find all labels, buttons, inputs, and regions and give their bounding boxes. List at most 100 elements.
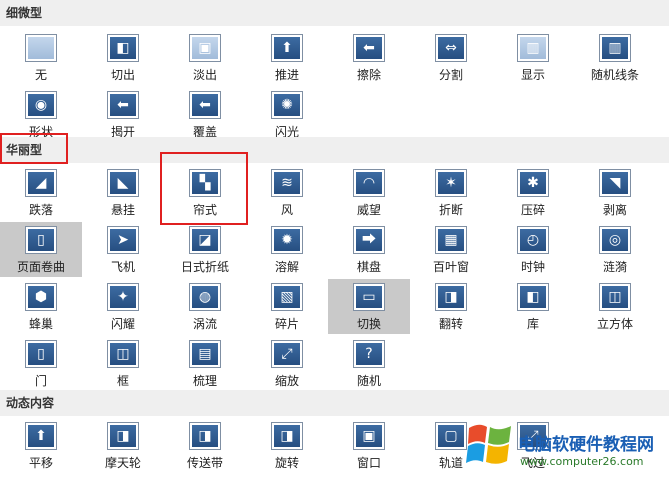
transition-label: 折断 <box>438 203 463 217</box>
transition-label: 切出 <box>110 68 135 82</box>
transition-label: 涟漪 <box>602 260 627 274</box>
transition-preview-icon: ➤ <box>107 226 139 254</box>
transition-label: 涡流 <box>192 317 217 331</box>
transition-preview-icon: ◫ <box>107 340 139 368</box>
transition-tile[interactable]: ⬅ 揭开 <box>82 87 164 142</box>
transition-tile[interactable]: ◎ 涟漪 <box>574 222 656 277</box>
transition-tile[interactable]: ◨ 翻转 <box>410 279 492 334</box>
transition-tile[interactable]: ◍ 涡流 <box>164 279 246 334</box>
windows-logo-icon <box>466 424 511 464</box>
transition-preview-icon: ◨ <box>107 422 139 450</box>
transition-tile[interactable]: ⬢ 蜂巢 <box>0 279 82 334</box>
transition-tile[interactable]: ▧ 碎片 <box>246 279 328 334</box>
transition-label: 旋转 <box>274 456 299 470</box>
transition-label: 风 <box>280 203 293 217</box>
transition-tile[interactable]: ◨ 传送带 <box>164 418 246 473</box>
transition-tile[interactable]: ◫ 立方体 <box>574 279 656 334</box>
transition-tile[interactable]: ✹ 溶解 <box>246 222 328 277</box>
transition-label: 淡出 <box>192 68 217 82</box>
transition-label: 跌落 <box>28 203 53 217</box>
transition-label: 剥离 <box>602 203 627 217</box>
transition-tile[interactable]: ◨ 旋转 <box>246 418 328 473</box>
highlight-box-curtains <box>160 152 248 225</box>
transition-preview-icon: ⬆ <box>25 422 57 450</box>
transition-label: 蜂巢 <box>28 317 53 331</box>
transition-tile[interactable]: ▤ 梳理 <box>164 336 246 391</box>
transition-label: 传送带 <box>186 456 223 470</box>
transition-preview-icon: ◢ <box>25 169 57 197</box>
transition-preview-icon: ? <box>353 340 385 368</box>
transition-tile[interactable]: ▥ 显示 <box>492 30 574 85</box>
transition-tile[interactable]: ◧ 库 <box>492 279 574 334</box>
transition-preview-icon: ⇔ <box>435 34 467 62</box>
transition-tile[interactable]: ◥ 剥离 <box>574 165 656 220</box>
transition-tile[interactable]: ? 随机 <box>328 336 410 391</box>
transition-label: 悬挂 <box>110 203 135 217</box>
transition-preview-icon: ▭ <box>353 283 385 311</box>
transition-tile[interactable]: ▣ 淡出 <box>164 30 246 85</box>
transition-label: 摩天轮 <box>104 456 141 470</box>
transition-label: 显示 <box>520 68 545 82</box>
transition-preview-icon: ▧ <box>271 283 303 311</box>
transition-preview-icon: ⬢ <box>25 283 57 311</box>
watermark-url: www.computer26.com <box>520 455 644 468</box>
transition-label: 平移 <box>28 456 53 470</box>
transition-preview-icon: ◨ <box>271 422 303 450</box>
transition-tile[interactable]: ▯ 页面卷曲 <box>0 222 82 277</box>
transition-tile[interactable]: ✶ 折断 <box>410 165 492 220</box>
transition-preview-icon: ⬅ <box>107 91 139 119</box>
transition-label: 溶解 <box>274 260 299 274</box>
transition-tile[interactable]: ▣ 窗口 <box>328 418 410 473</box>
transition-tile[interactable]: ⬆ 推进 <box>246 30 328 85</box>
transition-tile[interactable]: ➤ 飞机 <box>82 222 164 277</box>
transition-label: 窗口 <box>356 456 381 470</box>
transition-tile[interactable]: ◫ 框 <box>82 336 164 391</box>
transition-tile[interactable]: ◪ 日式折纸 <box>164 222 246 277</box>
transition-preview-icon: ≋ <box>271 169 303 197</box>
transition-tile[interactable]: ◣ 悬挂 <box>82 165 164 220</box>
transition-tile[interactable]: ▥ 随机线条 <box>574 30 656 85</box>
transition-preview-icon: ◥ <box>599 169 631 197</box>
transition-tile[interactable]: ✱ 压碎 <box>492 165 574 220</box>
transition-tile[interactable]: ▭ 切换 <box>328 279 410 334</box>
transition-tile[interactable]: ⤢ 缩放 <box>246 336 328 391</box>
transition-label: 时钟 <box>520 260 545 274</box>
transition-tile[interactable]: ◠ 威望 <box>328 165 410 220</box>
transition-label: 缩放 <box>274 374 299 388</box>
transition-tile[interactable]: ▯ 门 <box>0 336 82 391</box>
transition-tile[interactable]: 无 <box>0 30 82 85</box>
transition-tile[interactable]: ✺ 闪光 <box>246 87 328 142</box>
transition-preview-icon: ✱ <box>517 169 549 197</box>
transition-preview-icon: ✦ <box>107 283 139 311</box>
transition-label: 威望 <box>356 203 381 217</box>
transition-tile[interactable]: ▦ 百叶窗 <box>410 222 492 277</box>
transition-preview-icon: ⮕ <box>353 226 385 254</box>
transition-tile[interactable]: ◢ 跌落 <box>0 165 82 220</box>
transition-tile[interactable]: ◨ 摩天轮 <box>82 418 164 473</box>
transition-label: 切换 <box>356 317 381 331</box>
transition-tile[interactable]: ⬅ 擦除 <box>328 30 410 85</box>
transition-preview-icon: ▥ <box>599 34 631 62</box>
transition-tile[interactable]: ◴ 时钟 <box>492 222 574 277</box>
transition-label: 门 <box>34 374 47 388</box>
transition-tile[interactable]: ⮕ 棋盘 <box>328 222 410 277</box>
transition-preview-icon: ◣ <box>107 169 139 197</box>
section-header: 动态内容 <box>0 390 669 416</box>
transition-tile[interactable]: ◧ 切出 <box>82 30 164 85</box>
transition-label: 闪耀 <box>110 317 135 331</box>
transition-preview-icon: ◨ <box>435 283 467 311</box>
transition-tile[interactable]: ⬅ 覆盖 <box>164 87 246 142</box>
watermark-title: 电脑软硬件教程网 <box>518 435 654 455</box>
transition-tile[interactable]: ⇔ 分割 <box>410 30 492 85</box>
transition-tile[interactable]: ≋ 风 <box>246 165 328 220</box>
transition-preview-icon: ◍ <box>189 283 221 311</box>
transition-label: 梳理 <box>192 374 217 388</box>
transition-label: 飞机 <box>110 260 135 274</box>
transition-tile[interactable]: ✦ 闪耀 <box>82 279 164 334</box>
transition-tile[interactable]: ⬆ 平移 <box>0 418 82 473</box>
transition-label: 随机 <box>356 374 381 388</box>
transition-preview-icon: ▯ <box>25 340 57 368</box>
transition-preview-icon: ⬅ <box>353 34 385 62</box>
transition-preview-icon: ◠ <box>353 169 385 197</box>
transition-label: 推进 <box>274 68 299 82</box>
